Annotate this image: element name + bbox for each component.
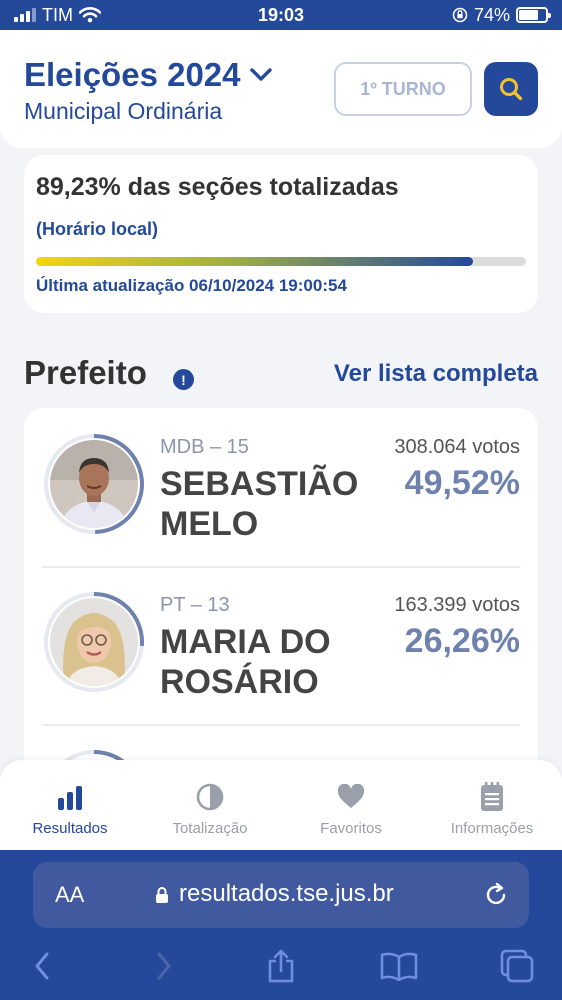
- candidate-photo-ring: [42, 432, 146, 536]
- orientation-lock-icon: [452, 7, 468, 23]
- candidate-name-line2: ROSÁRIO: [160, 663, 319, 701]
- candidate-name-line1: MARIA DO: [160, 623, 331, 661]
- candidate-votes: 163.399 votos: [394, 594, 520, 616]
- chevron-right-icon: [157, 952, 171, 980]
- search-button[interactable]: [484, 62, 538, 116]
- page-title: Eleições 2024: [24, 56, 241, 93]
- totalization-card: 89,23% das seções totalizadas (Horário l…: [24, 155, 538, 313]
- turno-button[interactable]: 1º TURNO: [334, 62, 472, 116]
- reload-icon[interactable]: [483, 882, 509, 908]
- candidate-percent: 49,52%: [404, 464, 520, 502]
- tab-informacoes[interactable]: Informações: [422, 782, 562, 837]
- totalization-progress-bar: [36, 257, 526, 266]
- section-title: Prefeito: [24, 354, 147, 391]
- bar-chart-icon: [58, 786, 82, 810]
- candidate-percent: 26,26%: [404, 622, 520, 660]
- book-icon: [380, 952, 418, 981]
- app-header: Eleições 2024 Municipal Ordinária 1º TUR…: [0, 30, 562, 148]
- candidate-name: SEBASTIÃO MELO: [160, 464, 370, 544]
- tab-favoritos[interactable]: Favoritos: [281, 782, 421, 837]
- lock-icon: [156, 887, 168, 903]
- browser-toolbar: AA resultados.tse.jus.br: [0, 850, 562, 1000]
- battery-percent: 74%: [473, 4, 510, 25]
- url-text: resultados.tse.jus.br: [179, 880, 394, 907]
- candidate-party: PT – 13: [160, 594, 230, 616]
- tab-label: Informações: [450, 820, 534, 837]
- candidate-party: MDB – 15: [160, 436, 249, 458]
- page-subtitle: Municipal Ordinária: [24, 98, 223, 124]
- tabs-icon: [500, 949, 534, 983]
- candidate-row[interactable]: MDB – 15 SEBASTIÃO MELO 308.064 votos 49…: [24, 408, 538, 566]
- election-selector[interactable]: Eleições 2024: [24, 56, 273, 94]
- avatar: [50, 440, 138, 528]
- text-size-button[interactable]: AA: [55, 882, 84, 908]
- last-update-label: Última atualização 06/10/2024 19:00:54: [36, 276, 347, 295]
- tab-label: Favoritos: [320, 820, 382, 837]
- status-time: 19:03: [257, 4, 305, 25]
- candidate-votes: 308.064 votos: [394, 436, 520, 458]
- share-icon: [268, 949, 294, 983]
- bookmarks-button[interactable]: [369, 946, 429, 986]
- text-size-label: AA: [55, 882, 85, 907]
- tabs-button[interactable]: [487, 946, 547, 986]
- search-icon: [500, 78, 523, 101]
- candidate-row[interactable]: PT – 13 MARIA DO ROSÁRIO 163.399 votos 2…: [24, 566, 538, 724]
- info-icon[interactable]: !: [173, 369, 194, 390]
- address-bar[interactable]: AA resultados.tse.jus.br: [33, 862, 529, 928]
- status-left: TIM: [14, 5, 101, 26]
- candidate-name-line2: MELO: [160, 505, 259, 543]
- heart-icon: [337, 784, 365, 808]
- battery-icon: [516, 7, 551, 23]
- candidate-name: MARIA DO ROSÁRIO: [160, 622, 370, 702]
- signal-icon: [14, 8, 36, 22]
- bottom-tab-bar: Resultados Totalização Favoritos Informa…: [0, 760, 562, 850]
- wifi-icon: [79, 7, 101, 23]
- notepad-icon: [481, 782, 503, 811]
- status-right: 74%: [452, 4, 551, 26]
- pie-chart-icon: [196, 783, 224, 811]
- tab-resultados[interactable]: Resultados: [0, 782, 140, 837]
- share-button[interactable]: [251, 946, 311, 986]
- candidate-photo-ring: [42, 590, 146, 694]
- see-full-list-link[interactable]: Ver lista completa: [334, 360, 538, 388]
- candidate-name-line1: SEBASTIÃO: [160, 465, 359, 503]
- tab-label: Resultados: [32, 820, 108, 837]
- carrier-label: TIM: [42, 4, 73, 25]
- tab-label: Totalização: [172, 820, 248, 837]
- totalization-title: 89,23% das seções totalizadas: [36, 173, 399, 201]
- chevron-left-icon: [35, 952, 49, 980]
- status-bar: TIM 19:03 74%: [0, 0, 562, 30]
- local-time-note: (Horário local): [36, 219, 159, 239]
- back-button[interactable]: [12, 946, 72, 986]
- chevron-down-icon: [249, 68, 272, 81]
- tab-totalizacao[interactable]: Totalização: [140, 782, 280, 837]
- forward-button[interactable]: [134, 946, 194, 986]
- avatar: [50, 598, 138, 686]
